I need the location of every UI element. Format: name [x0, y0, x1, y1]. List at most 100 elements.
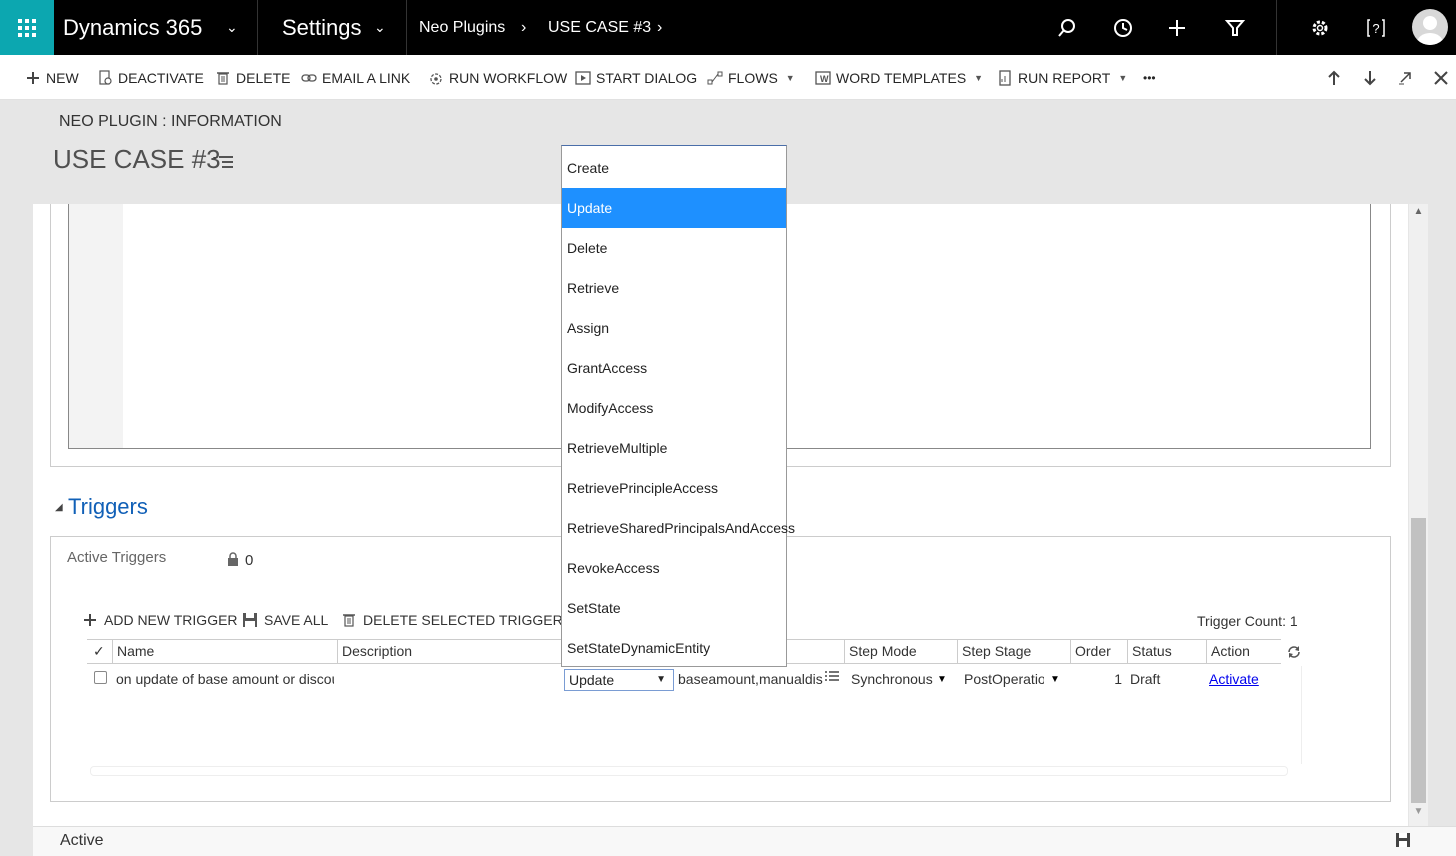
pop-out-icon[interactable]	[1398, 55, 1412, 100]
email-link-label: EMAIL A LINK	[322, 69, 411, 86]
column-header-order[interactable]: Order	[1070, 640, 1127, 663]
row-name-input[interactable]: on update of base amount or discount	[116, 667, 334, 691]
refresh-icon[interactable]	[1287, 645, 1301, 659]
svg-text:W: W	[820, 74, 829, 84]
new-button[interactable]: NEW	[25, 55, 79, 100]
save-icon[interactable]	[1396, 833, 1410, 847]
help-icon[interactable]: ?	[1363, 15, 1389, 41]
caret-down-icon: ▼	[656, 674, 666, 685]
row-step-stage-select[interactable]: PostOperation	[964, 667, 1044, 691]
caret-down-icon[interactable]: ▼	[937, 674, 947, 685]
column-header-status[interactable]: Status	[1127, 640, 1206, 663]
row-step-mode-select[interactable]: Synchronous	[851, 667, 941, 691]
column-header-step-mode[interactable]: Step Mode	[844, 640, 957, 663]
arrow-down-icon[interactable]	[1363, 55, 1377, 100]
deactivate-button[interactable]: DEACTIVATE	[97, 55, 204, 100]
collapse-section-icon[interactable]: ◢	[55, 502, 63, 513]
dropdown-option[interactable]: Update	[562, 188, 786, 228]
add-new-trigger-button[interactable]: ADD NEW TRIGGER	[82, 610, 238, 630]
section-border	[1390, 204, 1391, 467]
more-commands-button[interactable]: •••	[1143, 55, 1156, 100]
dropdown-option[interactable]: RetrievePrincipleAccess	[562, 468, 786, 508]
message-dropdown-list[interactable]: Create Update Delete Retrieve Assign GrantAcc…	[561, 145, 795, 668]
search-icon[interactable]	[1054, 15, 1080, 41]
scroll-down-icon[interactable]: ▼	[1409, 806, 1428, 822]
delete-button[interactable]: DELETE	[215, 55, 290, 100]
chevron-down-icon[interactable]: ⌄	[374, 0, 386, 55]
app-title[interactable]: Dynamics 365	[63, 0, 202, 55]
scroll-up-icon[interactable]: ▲	[1409, 206, 1428, 222]
activate-link[interactable]: Activate	[1209, 667, 1279, 691]
dropdown-option[interactable]: Retrieve	[562, 268, 786, 308]
chevron-right-icon[interactable]: ›	[657, 0, 662, 55]
dialog-icon	[575, 70, 591, 85]
breadcrumb-neo-plugins[interactable]: Neo Plugins	[419, 0, 505, 55]
plus-icon	[27, 71, 39, 84]
record-title: USE CASE #3	[53, 144, 221, 174]
save-all-label: SAVE ALL	[264, 612, 329, 628]
add-new-trigger-label: ADD NEW TRIGGER	[104, 612, 238, 628]
start-dialog-button[interactable]: START DIALOG	[575, 55, 697, 100]
dropdown-option[interactable]: SetState	[562, 588, 786, 628]
scrollbar-thumb[interactable]	[1411, 518, 1426, 803]
trash-icon	[343, 614, 355, 627]
record-status: Active	[60, 832, 104, 849]
plus-icon	[84, 614, 96, 626]
dropdown-option[interactable]: Create	[562, 148, 786, 188]
deactivate-icon	[99, 69, 112, 85]
column-header-description[interactable]: Description	[337, 640, 563, 663]
section-border	[50, 204, 51, 467]
row-description-input[interactable]	[340, 667, 562, 691]
breadcrumb-record[interactable]: USE CASE #3	[548, 0, 651, 55]
column-header-name[interactable]: Name	[112, 640, 337, 663]
active-triggers-value: 0	[245, 552, 254, 569]
top-navigation-bar: Dynamics 365 ⌄ Settings ⌄ Neo Plugins › …	[0, 0, 1456, 55]
caret-down-icon: ▼	[785, 72, 795, 83]
run-report-button[interactable]: RUN REPORT ▼	[997, 55, 1127, 100]
area-title[interactable]: Settings	[282, 0, 362, 55]
app-launcher-icon[interactable]	[0, 0, 54, 55]
start-dialog-label: START DIALOG	[596, 69, 698, 86]
select-all-checkbox[interactable]: ✓	[87, 640, 112, 663]
dropdown-option[interactable]: ModifyAccess	[562, 388, 786, 428]
triggers-section-title[interactable]: Triggers	[68, 494, 148, 520]
dropdown-option[interactable]: GrantAccess	[562, 348, 786, 388]
dropdown-option[interactable]: SetStateDynamicEntity	[562, 628, 786, 668]
caret-down-icon[interactable]: ▼	[1050, 674, 1060, 685]
dropdown-option[interactable]: Delete	[562, 228, 786, 268]
delete-selected-triggers-label: DELETE SELECTED TRIGGERS	[363, 612, 573, 628]
command-bar: NEW DEACTIVATE DELETE EMAIL A LINK RUN W…	[0, 55, 1456, 100]
save-all-button[interactable]: SAVE ALL	[242, 610, 328, 630]
form-selector-icon[interactable]	[213, 153, 233, 169]
column-header-step-stage[interactable]: Step Stage	[957, 640, 1070, 663]
dropdown-option[interactable]: RevokeAccess	[562, 548, 786, 588]
delete-selected-triggers-button[interactable]: DELETE SELECTED TRIGGERS	[341, 610, 572, 630]
run-workflow-button[interactable]: RUN WORKFLOW	[428, 55, 567, 100]
dropdown-option[interactable]: RetrieveMultiple	[562, 428, 786, 468]
create-new-icon[interactable]	[1164, 15, 1190, 41]
row-message-value: Update	[569, 672, 615, 688]
table-row: on update of base amount or discount bas…	[87, 667, 1281, 691]
user-avatar[interactable]	[1412, 9, 1448, 45]
row-attributes-value[interactable]: baseamount,manualdiscountamount	[678, 667, 823, 691]
grid-horizontal-scrollbar[interactable]	[90, 766, 1288, 776]
flows-button[interactable]: FLOWS ▼	[707, 55, 795, 100]
delete-label: DELETE	[236, 69, 291, 86]
gear-icon[interactable]	[1307, 15, 1333, 41]
row-status-value: Draft	[1130, 671, 1161, 687]
run-report-label: RUN REPORT	[1018, 69, 1111, 86]
column-header-action[interactable]: Action	[1206, 640, 1281, 663]
recent-history-icon[interactable]	[1110, 15, 1136, 41]
arrow-up-icon[interactable]	[1327, 55, 1341, 100]
advanced-find-filter-icon[interactable]	[1222, 15, 1248, 41]
row-message-select[interactable]: Update ▼	[564, 669, 674, 691]
word-templates-button[interactable]: W WORD TEMPLATES ▼	[815, 55, 983, 100]
dropdown-option[interactable]: Assign	[562, 308, 786, 348]
email-link-button[interactable]: EMAIL A LINK	[301, 55, 410, 100]
dropdown-option[interactable]: RetrieveSharedPrincipalsAndAccess	[562, 508, 795, 548]
close-icon[interactable]	[1434, 55, 1448, 100]
row-order-input[interactable]: 1	[1070, 667, 1122, 691]
attribute-picker-icon[interactable]	[824, 670, 840, 684]
lock-icon	[228, 552, 238, 566]
chevron-down-icon[interactable]: ⌄	[226, 0, 238, 55]
